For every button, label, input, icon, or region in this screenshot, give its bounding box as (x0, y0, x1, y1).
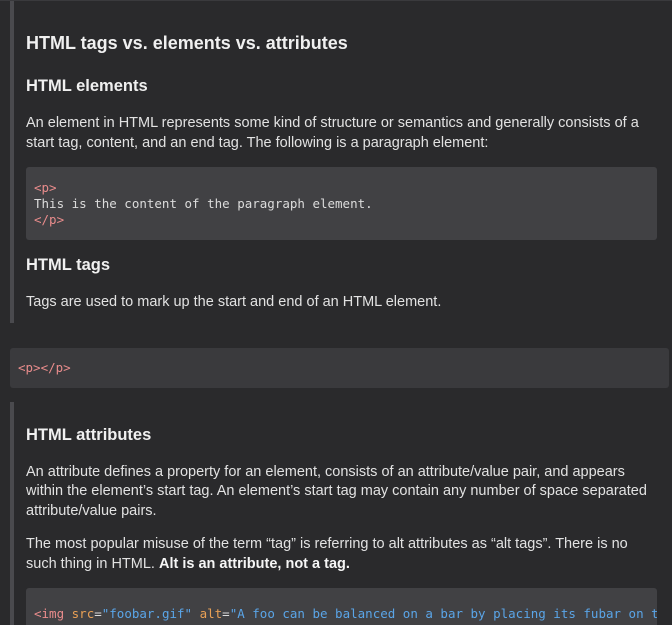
code-val-src: "foobar.gif" (101, 606, 193, 621)
code-img-open: <img (34, 606, 65, 621)
attributes-paragraph-1: An attribute defines a property for an e… (26, 463, 647, 519)
tags-paragraph: Tags are used to mark up the start and e… (26, 294, 442, 310)
img-code-block: <img src="foobar.gif" alt="A foo can be … (26, 588, 657, 625)
attributes-heading: HTML attributes (26, 425, 152, 444)
code-attr-src: src (71, 606, 95, 621)
tags-heading: HTML tags (26, 256, 111, 274)
code-close-tag: </p> (34, 212, 65, 227)
code-attr-alt: alt (199, 606, 223, 621)
tag-example-code-block: <p></p> (10, 347, 669, 388)
code-content: This is the content of the paragraph ele… (34, 196, 373, 211)
tag-example-code: <p></p> (18, 359, 71, 375)
page-title: HTML tags vs. elements vs. attributes (26, 33, 348, 53)
attributes-paragraph-2-bold: Alt is an attribute, not a tag. (158, 555, 350, 572)
elements-heading: HTML elements (26, 77, 148, 95)
main-section: HTML tags vs. elements vs. attributes HT… (10, 1, 672, 323)
code-open-tag: <p> (34, 180, 57, 195)
code-val-alt: "A foo can be balanced on a bar by placi… (229, 606, 657, 621)
article-page: HTML tags vs. elements vs. attributes HT… (0, 0, 672, 625)
attributes-section: HTML attributes An attribute defines a p… (10, 401, 672, 625)
attributes-paragraph-2: The most popular misuse of the term “tag… (26, 535, 657, 574)
elements-paragraph: An element in HTML represents some kind … (26, 115, 639, 151)
paragraph-code-block: <p> This is the content of the paragraph… (26, 167, 657, 240)
